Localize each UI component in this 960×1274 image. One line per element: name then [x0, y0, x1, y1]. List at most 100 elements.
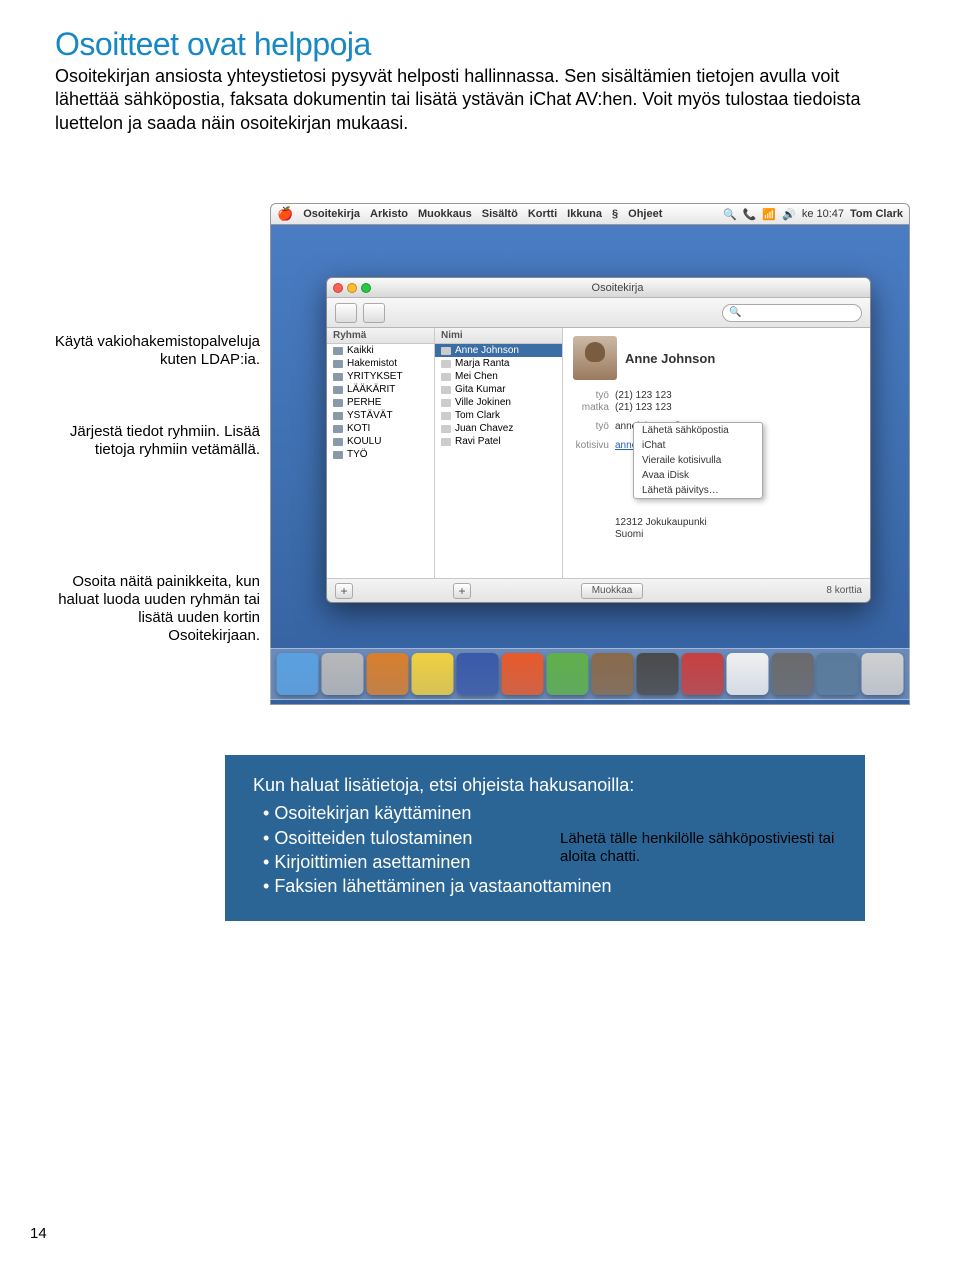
- avatar[interactable]: [573, 336, 617, 380]
- dock-app-icon[interactable]: [322, 653, 364, 695]
- group-item[interactable]: LÄÄKÄRIT: [327, 383, 434, 396]
- callout-buttons: Osoita näitä painikkeita, kun haluat luo…: [50, 573, 260, 645]
- card-icon: [441, 373, 451, 381]
- card-icon: [441, 425, 451, 433]
- menubar-user[interactable]: Tom Clark: [850, 208, 903, 220]
- toolbar: 🔍: [327, 298, 870, 328]
- name-item[interactable]: Gita Kumar: [435, 383, 562, 396]
- phone-mobile-value: (21) 123 123: [615, 402, 672, 413]
- view-single-button[interactable]: [335, 303, 357, 323]
- group-item[interactable]: PERHE: [327, 396, 434, 409]
- menu-item[interactable]: Muokkaus: [418, 208, 472, 220]
- ctx-send-mail[interactable]: Lähetä sähköpostia: [634, 423, 762, 438]
- folder-icon: [333, 373, 343, 381]
- groups-header: Ryhmä: [327, 328, 434, 344]
- dock-app-icon[interactable]: [502, 653, 544, 695]
- page-title: Osoitteet ovat helppoja: [55, 0, 910, 63]
- name-item[interactable]: Mei Chen: [435, 370, 562, 383]
- phone-work-value: (21) 123 123: [615, 390, 672, 401]
- addr-city: 12312 Jokukaupunki: [615, 517, 707, 528]
- name-item[interactable]: Ville Jokinen: [435, 396, 562, 409]
- group-item[interactable]: KOTI: [327, 422, 434, 435]
- help-list-item: Osoitekirjan käyttäminen: [263, 801, 837, 825]
- add-card-button[interactable]: +: [453, 583, 471, 599]
- signal-icon[interactable]: 📶: [762, 208, 776, 221]
- group-item[interactable]: KOULU: [327, 435, 434, 448]
- dock-app-icon[interactable]: [772, 653, 814, 695]
- group-item[interactable]: Kaikki: [327, 344, 434, 357]
- ctx-ichat[interactable]: iChat: [634, 438, 762, 453]
- window-title: Osoitekirja: [371, 282, 864, 294]
- script-menu-icon[interactable]: §: [612, 208, 618, 220]
- dock-app-icon[interactable]: [547, 653, 589, 695]
- dock-app-icon[interactable]: [457, 653, 499, 695]
- dock-app-icon[interactable]: [727, 653, 769, 695]
- ctx-send-update[interactable]: Lähetä päivitys…: [634, 483, 762, 498]
- callout-groups: Järjestä tiedot ryhmiin. Lisää tietoja r…: [50, 423, 260, 573]
- add-group-button[interactable]: +: [335, 583, 353, 599]
- menu-item[interactable]: Kortti: [528, 208, 557, 220]
- close-icon[interactable]: [333, 283, 343, 293]
- dock-app-icon[interactable]: [367, 653, 409, 695]
- folder-icon: [333, 438, 343, 446]
- card-icon: [441, 412, 451, 420]
- ctx-open-idisk[interactable]: Avaa iDisk: [634, 468, 762, 483]
- dock-app-icon[interactable]: [862, 653, 904, 695]
- phone-work-label: työ: [573, 390, 609, 401]
- minimize-icon[interactable]: [347, 283, 357, 293]
- card-icon: [441, 386, 451, 394]
- callout-ldap: Käytä vakiohakemistopalveluja kuten LDAP…: [50, 333, 260, 423]
- ctx-visit-home[interactable]: Vieraile kotisivulla: [634, 453, 762, 468]
- menu-item[interactable]: Sisältö: [482, 208, 518, 220]
- group-item[interactable]: YRITYKSET: [327, 370, 434, 383]
- card-icon: [441, 438, 451, 446]
- name-item[interactable]: Anne Johnson: [435, 344, 562, 357]
- names-column: Nimi Anne JohnsonMarja RantaMei ChenGita…: [435, 328, 563, 578]
- dock-app-icon[interactable]: [277, 653, 319, 695]
- titlebar[interactable]: Osoitekirja: [327, 278, 870, 298]
- intro-text: Osoitekirjan ansiosta yhteystietosi pysy…: [55, 65, 905, 135]
- email-label[interactable]: työ: [573, 421, 609, 432]
- menu-item[interactable]: Ikkuna: [567, 208, 602, 220]
- name-item[interactable]: Tom Clark: [435, 409, 562, 422]
- dock-app-icon[interactable]: [592, 653, 634, 695]
- menu-item[interactable]: Osoitekirja: [303, 208, 360, 220]
- zoom-icon[interactable]: [361, 283, 371, 293]
- folder-icon: [333, 425, 343, 433]
- apple-menu-icon[interactable]: 🍎: [277, 206, 293, 222]
- dock-app-icon[interactable]: [817, 653, 859, 695]
- help-list-item: Faksien lähettäminen ja vastaanottaminen: [263, 874, 837, 898]
- menu-item[interactable]: Arkisto: [370, 208, 408, 220]
- view-card-button[interactable]: [363, 303, 385, 323]
- edit-button[interactable]: Muokkaa: [581, 583, 643, 599]
- dock-app-icon[interactable]: [412, 653, 454, 695]
- menu-item[interactable]: Ohjeet: [628, 208, 662, 220]
- volume-icon[interactable]: 🔊: [782, 208, 796, 221]
- folder-icon: [333, 347, 343, 355]
- group-item[interactable]: YSTÄVÄT: [327, 409, 434, 422]
- group-item[interactable]: TYÖ: [327, 448, 434, 461]
- window-footer: + + Muokkaa 8 korttia: [327, 578, 870, 602]
- group-item[interactable]: Hakemistot: [327, 357, 434, 370]
- card-icon: [441, 399, 451, 407]
- name-item[interactable]: Juan Chavez: [435, 422, 562, 435]
- desktop-area: Osoitekirja 🔍 Ryhmä KaikkiHakemistotYRIT…: [270, 225, 910, 705]
- name-item[interactable]: Marja Ranta: [435, 357, 562, 370]
- dock: [266, 648, 915, 700]
- name-item[interactable]: Ravi Patel: [435, 435, 562, 448]
- dock-app-icon[interactable]: [637, 653, 679, 695]
- spotlight-icon[interactable]: 🔍: [723, 208, 737, 221]
- dock-app-icon[interactable]: [682, 653, 724, 695]
- folder-icon: [333, 412, 343, 420]
- menubar: 🍎 Osoitekirja Arkisto Muokkaus Sisältö K…: [270, 203, 910, 225]
- phone-icon[interactable]: 📞: [743, 208, 757, 221]
- home-label: kotisivu: [573, 440, 609, 451]
- search-icon: 🔍: [729, 307, 741, 318]
- help-box-title: Kun haluat lisätietoja, etsi ohjeista ha…: [253, 773, 837, 797]
- card-name: Anne Johnson: [625, 351, 715, 366]
- card-icon: [441, 347, 451, 355]
- search-input[interactable]: 🔍: [722, 304, 862, 322]
- context-menu: Lähetä sähköpostia iChat Vieraile kotisi…: [633, 422, 763, 499]
- addressbook-window: Osoitekirja 🔍 Ryhmä KaikkiHakemistotYRIT…: [326, 277, 871, 603]
- folder-icon: [333, 451, 343, 459]
